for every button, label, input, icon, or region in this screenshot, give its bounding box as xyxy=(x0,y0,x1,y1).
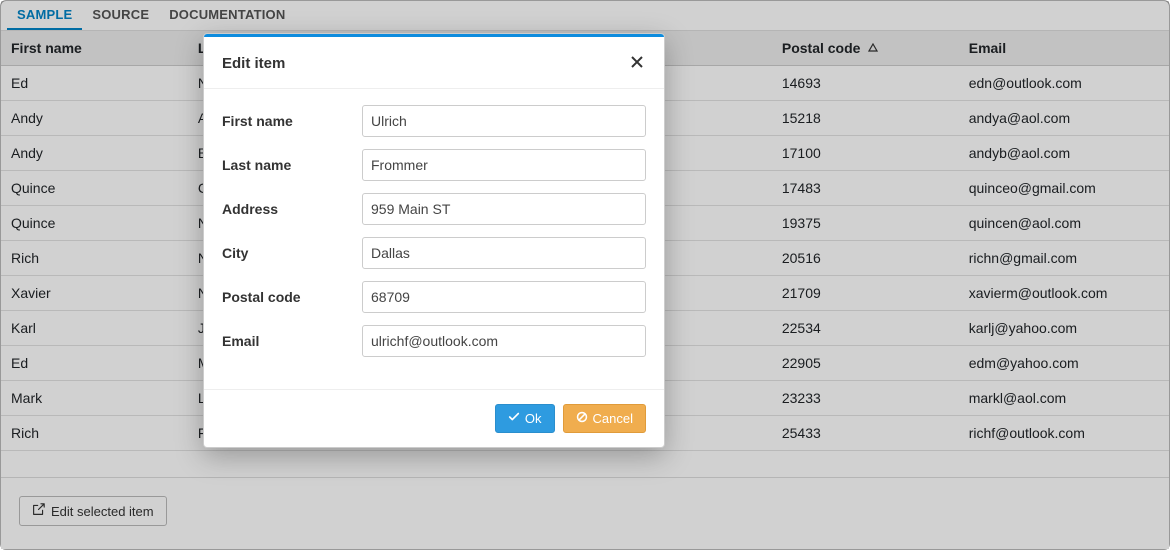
cell-em: andyb@aol.com xyxy=(959,136,1169,171)
cancel-label: Cancel xyxy=(593,411,633,426)
sort-asc-icon xyxy=(868,43,878,56)
cell-pc: 15218 xyxy=(772,101,959,136)
cell-fn: Mark xyxy=(1,381,188,416)
tab-source[interactable]: SOURCE xyxy=(82,1,159,30)
label-last-name: Last name xyxy=(222,157,362,173)
label-address: Address xyxy=(222,201,362,217)
cell-fn: Andy xyxy=(1,136,188,171)
check-icon xyxy=(508,411,520,426)
input-email[interactable] xyxy=(362,325,646,357)
ok-label: Ok xyxy=(525,411,542,426)
cell-pc: 22905 xyxy=(772,346,959,381)
input-first-name[interactable] xyxy=(362,105,646,137)
edit-selected-label: Edit selected item xyxy=(51,504,154,519)
cell-em: andya@aol.com xyxy=(959,101,1169,136)
column-header-email[interactable]: Email xyxy=(959,31,1169,66)
edit-selected-button[interactable]: Edit selected item xyxy=(19,496,167,526)
cell-em: markl@aol.com xyxy=(959,381,1169,416)
cell-pc: 17100 xyxy=(772,136,959,171)
cell-pc: 25433 xyxy=(772,416,959,451)
cell-pc: 17483 xyxy=(772,171,959,206)
cell-pc: 19375 xyxy=(772,206,959,241)
cell-pc: 20516 xyxy=(772,241,959,276)
input-city[interactable] xyxy=(362,237,646,269)
cell-pc: 14693 xyxy=(772,66,959,101)
label-first-name: First name xyxy=(222,113,362,129)
cell-fn: Rich xyxy=(1,416,188,451)
label-city: City xyxy=(222,245,362,261)
input-last-name[interactable] xyxy=(362,149,646,181)
label-email: Email xyxy=(222,333,362,349)
cancel-button[interactable]: Cancel xyxy=(563,404,646,433)
cell-em: xavierm@outlook.com xyxy=(959,276,1169,311)
ban-icon xyxy=(576,411,588,426)
tab-sample[interactable]: SAMPLE xyxy=(7,1,82,30)
ok-button[interactable]: Ok xyxy=(495,404,555,433)
cell-fn: Quince xyxy=(1,206,188,241)
cell-em: quinceo@gmail.com xyxy=(959,171,1169,206)
footer-bar: Edit selected item xyxy=(1,477,1169,549)
column-header-postal-code[interactable]: Postal code xyxy=(772,31,959,66)
input-postal-code[interactable] xyxy=(362,281,646,313)
edit-icon xyxy=(32,503,45,519)
dialog-footer: Ok Cancel xyxy=(204,389,664,447)
close-icon xyxy=(630,55,644,72)
label-postal-code: Postal code xyxy=(222,289,362,305)
dialog-header: Edit item xyxy=(204,37,664,89)
cell-pc: 22534 xyxy=(772,311,959,346)
cell-fn: Xavier xyxy=(1,276,188,311)
cell-em: richf@outlook.com xyxy=(959,416,1169,451)
cell-em: richn@gmail.com xyxy=(959,241,1169,276)
cell-fn: Karl xyxy=(1,311,188,346)
column-header-postal-code-label: Postal code xyxy=(782,40,861,56)
close-button[interactable] xyxy=(628,53,646,74)
cell-pc: 21709 xyxy=(772,276,959,311)
column-header-first-name[interactable]: First name xyxy=(1,31,188,66)
edit-item-dialog: Edit item First name Last name Address C… xyxy=(203,33,665,448)
dialog-body: First name Last name Address City Postal… xyxy=(204,89,664,389)
cell-fn: Rich xyxy=(1,241,188,276)
cell-fn: Ed xyxy=(1,346,188,381)
tab-bar: SAMPLE SOURCE DOCUMENTATION xyxy=(1,1,1169,31)
cell-fn: Andy xyxy=(1,101,188,136)
cell-em: edn@outlook.com xyxy=(959,66,1169,101)
tab-documentation[interactable]: DOCUMENTATION xyxy=(159,1,295,30)
cell-fn: Ed xyxy=(1,66,188,101)
cell-em: karlj@yahoo.com xyxy=(959,311,1169,346)
input-address[interactable] xyxy=(362,193,646,225)
cell-em: edm@yahoo.com xyxy=(959,346,1169,381)
cell-fn: Quince xyxy=(1,171,188,206)
cell-pc: 23233 xyxy=(772,381,959,416)
cell-em: quincen@aol.com xyxy=(959,206,1169,241)
dialog-title: Edit item xyxy=(222,55,285,72)
